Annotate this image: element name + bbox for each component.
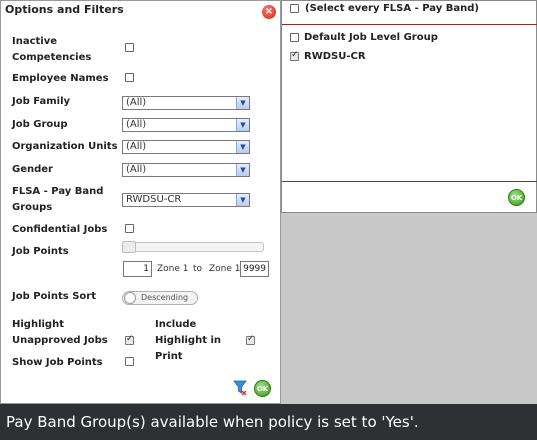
- job-points-to-zone: Zone 1: [209, 264, 241, 274]
- gender-label: Gender: [12, 164, 53, 175]
- chevron-down-icon: ▼: [236, 119, 249, 131]
- organization-units-value: (All): [126, 141, 147, 152]
- job-group-select[interactable]: (All) ▼: [122, 118, 250, 132]
- job-points-label: Job Points: [12, 246, 69, 257]
- job-points-sort-label: Job Points Sort: [12, 291, 96, 302]
- dropdown-ok-button[interactable]: OK: [508, 189, 525, 206]
- inactive-competencies-checkbox[interactable]: [125, 43, 134, 52]
- job-points-to-input[interactable]: 9999: [240, 261, 269, 277]
- job-points-from-zone: Zone 1: [157, 264, 189, 274]
- chevron-down-icon: ▼: [236, 141, 249, 153]
- default-job-level-group-label[interactable]: Default Job Level Group: [304, 32, 438, 43]
- gender-select[interactable]: (All) ▼: [122, 163, 250, 177]
- job-group-label: Job Group: [12, 119, 68, 130]
- organization-units-label: Organization Units: [12, 141, 118, 152]
- close-icon[interactable]: ×: [262, 5, 276, 19]
- job-points-slider-track[interactable]: [122, 242, 264, 252]
- flsa-pay-band-groups-value: RWDSU-CR: [126, 194, 182, 205]
- panel-title: Options and Filters: [5, 3, 124, 16]
- job-family-value: (All): [126, 97, 147, 108]
- include-highlight-in-print-label: Include Highlight in Print: [155, 319, 222, 362]
- flsa-pay-band-groups-label: FLSA - Pay Band Groups: [12, 186, 104, 213]
- employee-names-checkbox[interactable]: [125, 73, 134, 82]
- job-group-value: (All): [126, 119, 147, 130]
- employee-names-label: Employee Names: [12, 73, 109, 84]
- job-points-sort-toggle[interactable]: Descending: [122, 291, 198, 305]
- caption-bar: Pay Band Group(s) available when policy …: [0, 404, 537, 440]
- show-job-points-checkbox[interactable]: [125, 357, 134, 366]
- job-family-label: Job Family: [12, 96, 71, 107]
- chevron-down-icon: ▼: [236, 194, 249, 206]
- job-points-from-input[interactable]: 1: [123, 261, 152, 277]
- default-job-level-group-checkbox[interactable]: [290, 33, 299, 42]
- rwdsu-cr-checkbox[interactable]: [290, 50, 299, 61]
- select-every-checkbox[interactable]: [290, 4, 299, 13]
- divider: [282, 24, 537, 25]
- filter-funnel-icon[interactable]: [233, 380, 247, 396]
- show-job-points-label: Show Job Points: [12, 357, 103, 368]
- job-points-to-label: to: [193, 264, 203, 274]
- flsa-pay-band-groups-select[interactable]: RWDSU-CR ▼: [122, 193, 250, 207]
- chevron-down-icon: ▼: [236, 97, 249, 109]
- highlight-unapproved-jobs-label: Highlight Unapproved Jobs: [12, 319, 108, 346]
- confidential-jobs-checkbox[interactable]: [125, 224, 134, 233]
- chevron-down-icon: ▼: [236, 164, 249, 176]
- rwdsu-cr-label[interactable]: RWDSU-CR: [304, 51, 366, 62]
- confidential-jobs-label: Confidential Jobs: [12, 224, 108, 235]
- inactive-competencies-label: Inactive Competencies: [12, 36, 92, 63]
- highlight-unapproved-jobs-checkbox[interactable]: [125, 334, 134, 345]
- include-highlight-in-print-checkbox[interactable]: [246, 334, 255, 345]
- organization-units-select[interactable]: (All) ▼: [122, 140, 250, 154]
- job-points-sort-value: Descending: [141, 293, 189, 302]
- job-points-slider-handle[interactable]: [122, 241, 136, 253]
- divider: [282, 181, 537, 182]
- job-family-select[interactable]: (All) ▼: [122, 96, 250, 110]
- select-every-label[interactable]: (Select every FLSA - Pay Band): [305, 3, 479, 14]
- toggle-knob: [124, 292, 136, 304]
- gender-value: (All): [126, 164, 147, 175]
- ok-button[interactable]: OK: [254, 380, 271, 397]
